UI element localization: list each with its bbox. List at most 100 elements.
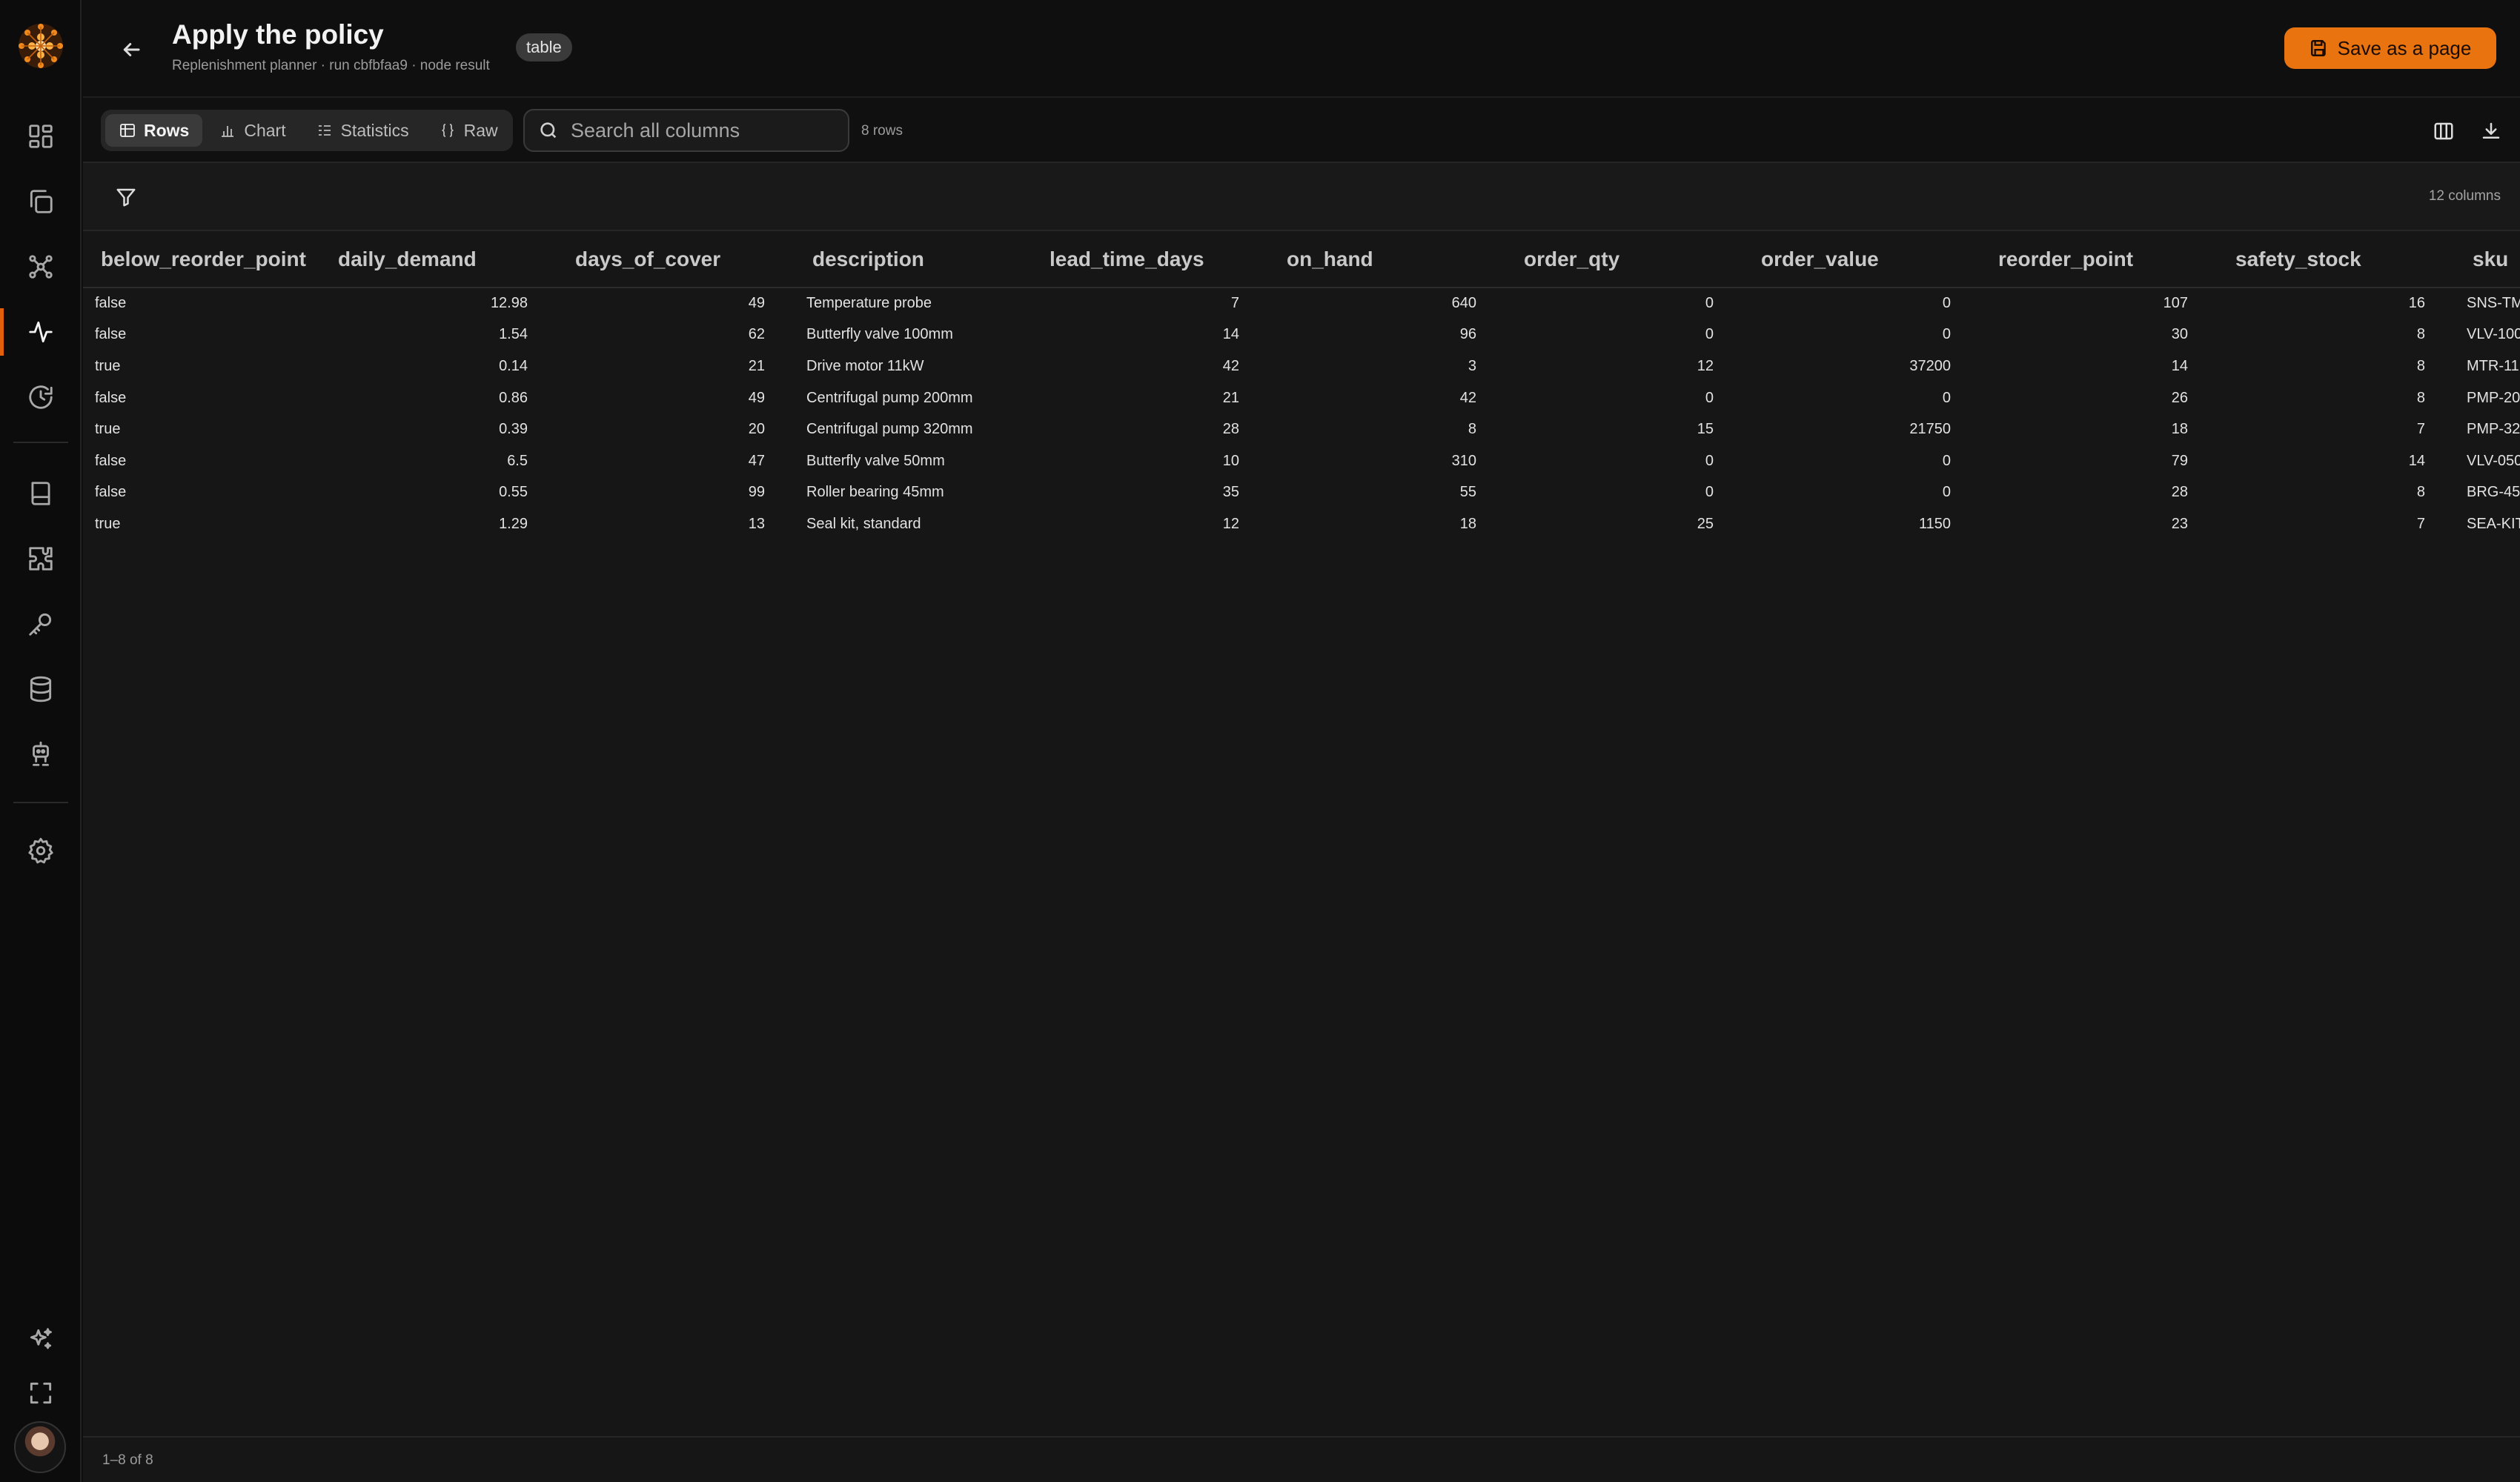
tab-rows-label: Rows [144, 120, 190, 140]
column-header[interactable]: on_hand [1269, 231, 1506, 288]
column-header[interactable]: lead_time_days [1032, 231, 1269, 288]
column-header[interactable]: daily_demand [320, 231, 557, 288]
table-cell: 8 [1468, 421, 1476, 438]
rail-data[interactable] [0, 659, 82, 719]
rail-settings[interactable] [0, 821, 82, 880]
app-logo[interactable] [13, 18, 69, 74]
table-cell: 49 [748, 389, 765, 406]
table-cell: 3 [1468, 357, 1476, 374]
network-icon [29, 255, 53, 279]
robot-icon [33, 741, 49, 766]
tab-raw[interactable]: Raw [425, 114, 511, 147]
rail-agents[interactable] [0, 725, 82, 784]
save-as-page-button[interactable]: Save as a page [2284, 27, 2496, 69]
table-cell: 62 [748, 326, 765, 343]
table-cell: 8 [2416, 389, 2425, 406]
table-cell: 0 [1942, 326, 1951, 343]
rail-docs[interactable] [0, 464, 82, 523]
table-cell: 30 [2171, 326, 2188, 343]
rail-pages[interactable] [0, 172, 82, 231]
table-row[interactable]: false 0.86 49 Centrifugal pump 200mm 21 42 0 0 2… [83, 382, 2520, 414]
table-cell: 0 [1705, 452, 1714, 469]
table-cell: 20 [748, 421, 765, 438]
table-cell: 0 [1705, 484, 1714, 501]
table-cell: 1.54 [499, 326, 528, 343]
table-cell: true [95, 421, 121, 438]
column-header[interactable]: sku [2455, 231, 2520, 288]
column-header[interactable]: below_reorder_point [83, 231, 320, 288]
rail-divider [13, 442, 68, 443]
page-subtitle: Replenishment planner · run cbfbfaa9 · n… [172, 58, 490, 73]
table-icon [120, 124, 135, 137]
columns-toggle-button[interactable] [2427, 114, 2461, 148]
table-cell: 12 [1697, 357, 1714, 374]
pagination-range: 1–8 of 8 [102, 1452, 153, 1468]
tab-chart[interactable]: Chart [205, 114, 299, 147]
table-cell: 0 [1942, 452, 1951, 469]
sparkle-icon [30, 1328, 52, 1349]
table-cell: 12.98 [490, 295, 528, 312]
table-header-row: below_reorder_point daily_demand days_of… [83, 231, 2520, 288]
download-button[interactable] [2474, 114, 2508, 148]
table-row[interactable]: false 6.5 47 Butterfly valve 50mm 10 310 0 0 79 1… [83, 445, 2520, 477]
search-input[interactable] [571, 119, 838, 142]
table-cell: PMP-20 [2467, 389, 2520, 406]
rail-graph[interactable] [0, 237, 82, 296]
dashboard-icon [29, 124, 53, 148]
left-rail [0, 0, 82, 1482]
column-header[interactable]: reorder_point [1980, 231, 2218, 288]
table-cell: 21 [748, 357, 765, 374]
table-cell: 35 [1222, 484, 1239, 501]
table-cell: 310 [1451, 452, 1476, 469]
table-row[interactable]: true 1.29 13 Seal kit, standard 12 18 25 1150 23… [83, 508, 2520, 540]
table-cell: Roller bearing 45mm [806, 484, 944, 501]
bar-chart-icon [222, 126, 234, 137]
table-cell: 0 [1942, 295, 1951, 312]
table-cell: 0 [1942, 389, 1951, 406]
table-cell: VLV-100 [2467, 326, 2520, 343]
arrow-left-icon [123, 43, 140, 56]
rail-dashboard[interactable] [0, 107, 82, 166]
table-row[interactable]: false 1.54 62 Butterfly valve 100mm 14 96 0 0 30… [83, 319, 2520, 351]
table-row[interactable]: true 0.14 21 Drive motor 11kW 42 3 12 37200 14 8 M… [83, 350, 2520, 382]
table-cell: 1.29 [499, 515, 528, 532]
column-header[interactable]: days_of_cover [557, 231, 795, 288]
avatar[interactable] [14, 1421, 66, 1473]
rail-runs[interactable] [0, 302, 82, 362]
table-cell: 8 [2416, 484, 2425, 501]
rail-keys[interactable] [0, 594, 82, 654]
tab-statistics[interactable]: Statistics [302, 114, 422, 147]
rail-plugins[interactable] [0, 529, 82, 588]
table-cell: 96 [1459, 326, 1476, 343]
table-cell: false [95, 452, 127, 469]
filter-button[interactable] [110, 181, 142, 213]
table-cell: 0 [1942, 484, 1951, 501]
column-header[interactable]: safety_stock [2218, 231, 2455, 288]
table-cell: false [95, 295, 127, 312]
activity-icon [29, 321, 53, 343]
column-header[interactable]: order_qty [1506, 231, 1743, 288]
table-cell: 16 [2408, 295, 2425, 312]
column-header[interactable]: order_value [1743, 231, 1980, 288]
table-row[interactable]: true 0.39 20 Centrifugal pump 320mm 28 8 15 217… [83, 413, 2520, 445]
page-title: Apply the policy [172, 19, 384, 50]
table-row[interactable]: false 0.55 99 Roller bearing 45mm 35 55 0 0 28 8 B… [83, 477, 2520, 509]
rail-ai-assist[interactable] [0, 1310, 82, 1369]
table-cell: 15 [1697, 421, 1714, 438]
filter-bar: 12 columns [83, 163, 2520, 231]
database-icon [30, 676, 52, 702]
back-button[interactable] [113, 31, 150, 68]
table-row[interactable]: false 12.98 49 Temperature probe 7 640 0 0 107 16… [83, 288, 2520, 319]
table-cell: 8 [2416, 326, 2425, 343]
result-toolbar: Rows Chart Statistics Raw 8 rows [83, 96, 2520, 163]
row-count: 8 rows [861, 123, 903, 139]
column-header[interactable]: description [795, 231, 1032, 288]
rail-fullscreen[interactable] [0, 1363, 82, 1423]
table-cell: 12 [1222, 515, 1239, 532]
column-count: 12 columns [2428, 188, 2501, 204]
tab-rows[interactable]: Rows [105, 114, 203, 147]
table-cell: 13 [748, 515, 765, 532]
table-body: false 12.98 49 Temperature probe 7 640 0 0 107 16… [83, 288, 2520, 540]
table-cell: 18 [1459, 515, 1476, 532]
rail-history[interactable] [0, 368, 82, 427]
